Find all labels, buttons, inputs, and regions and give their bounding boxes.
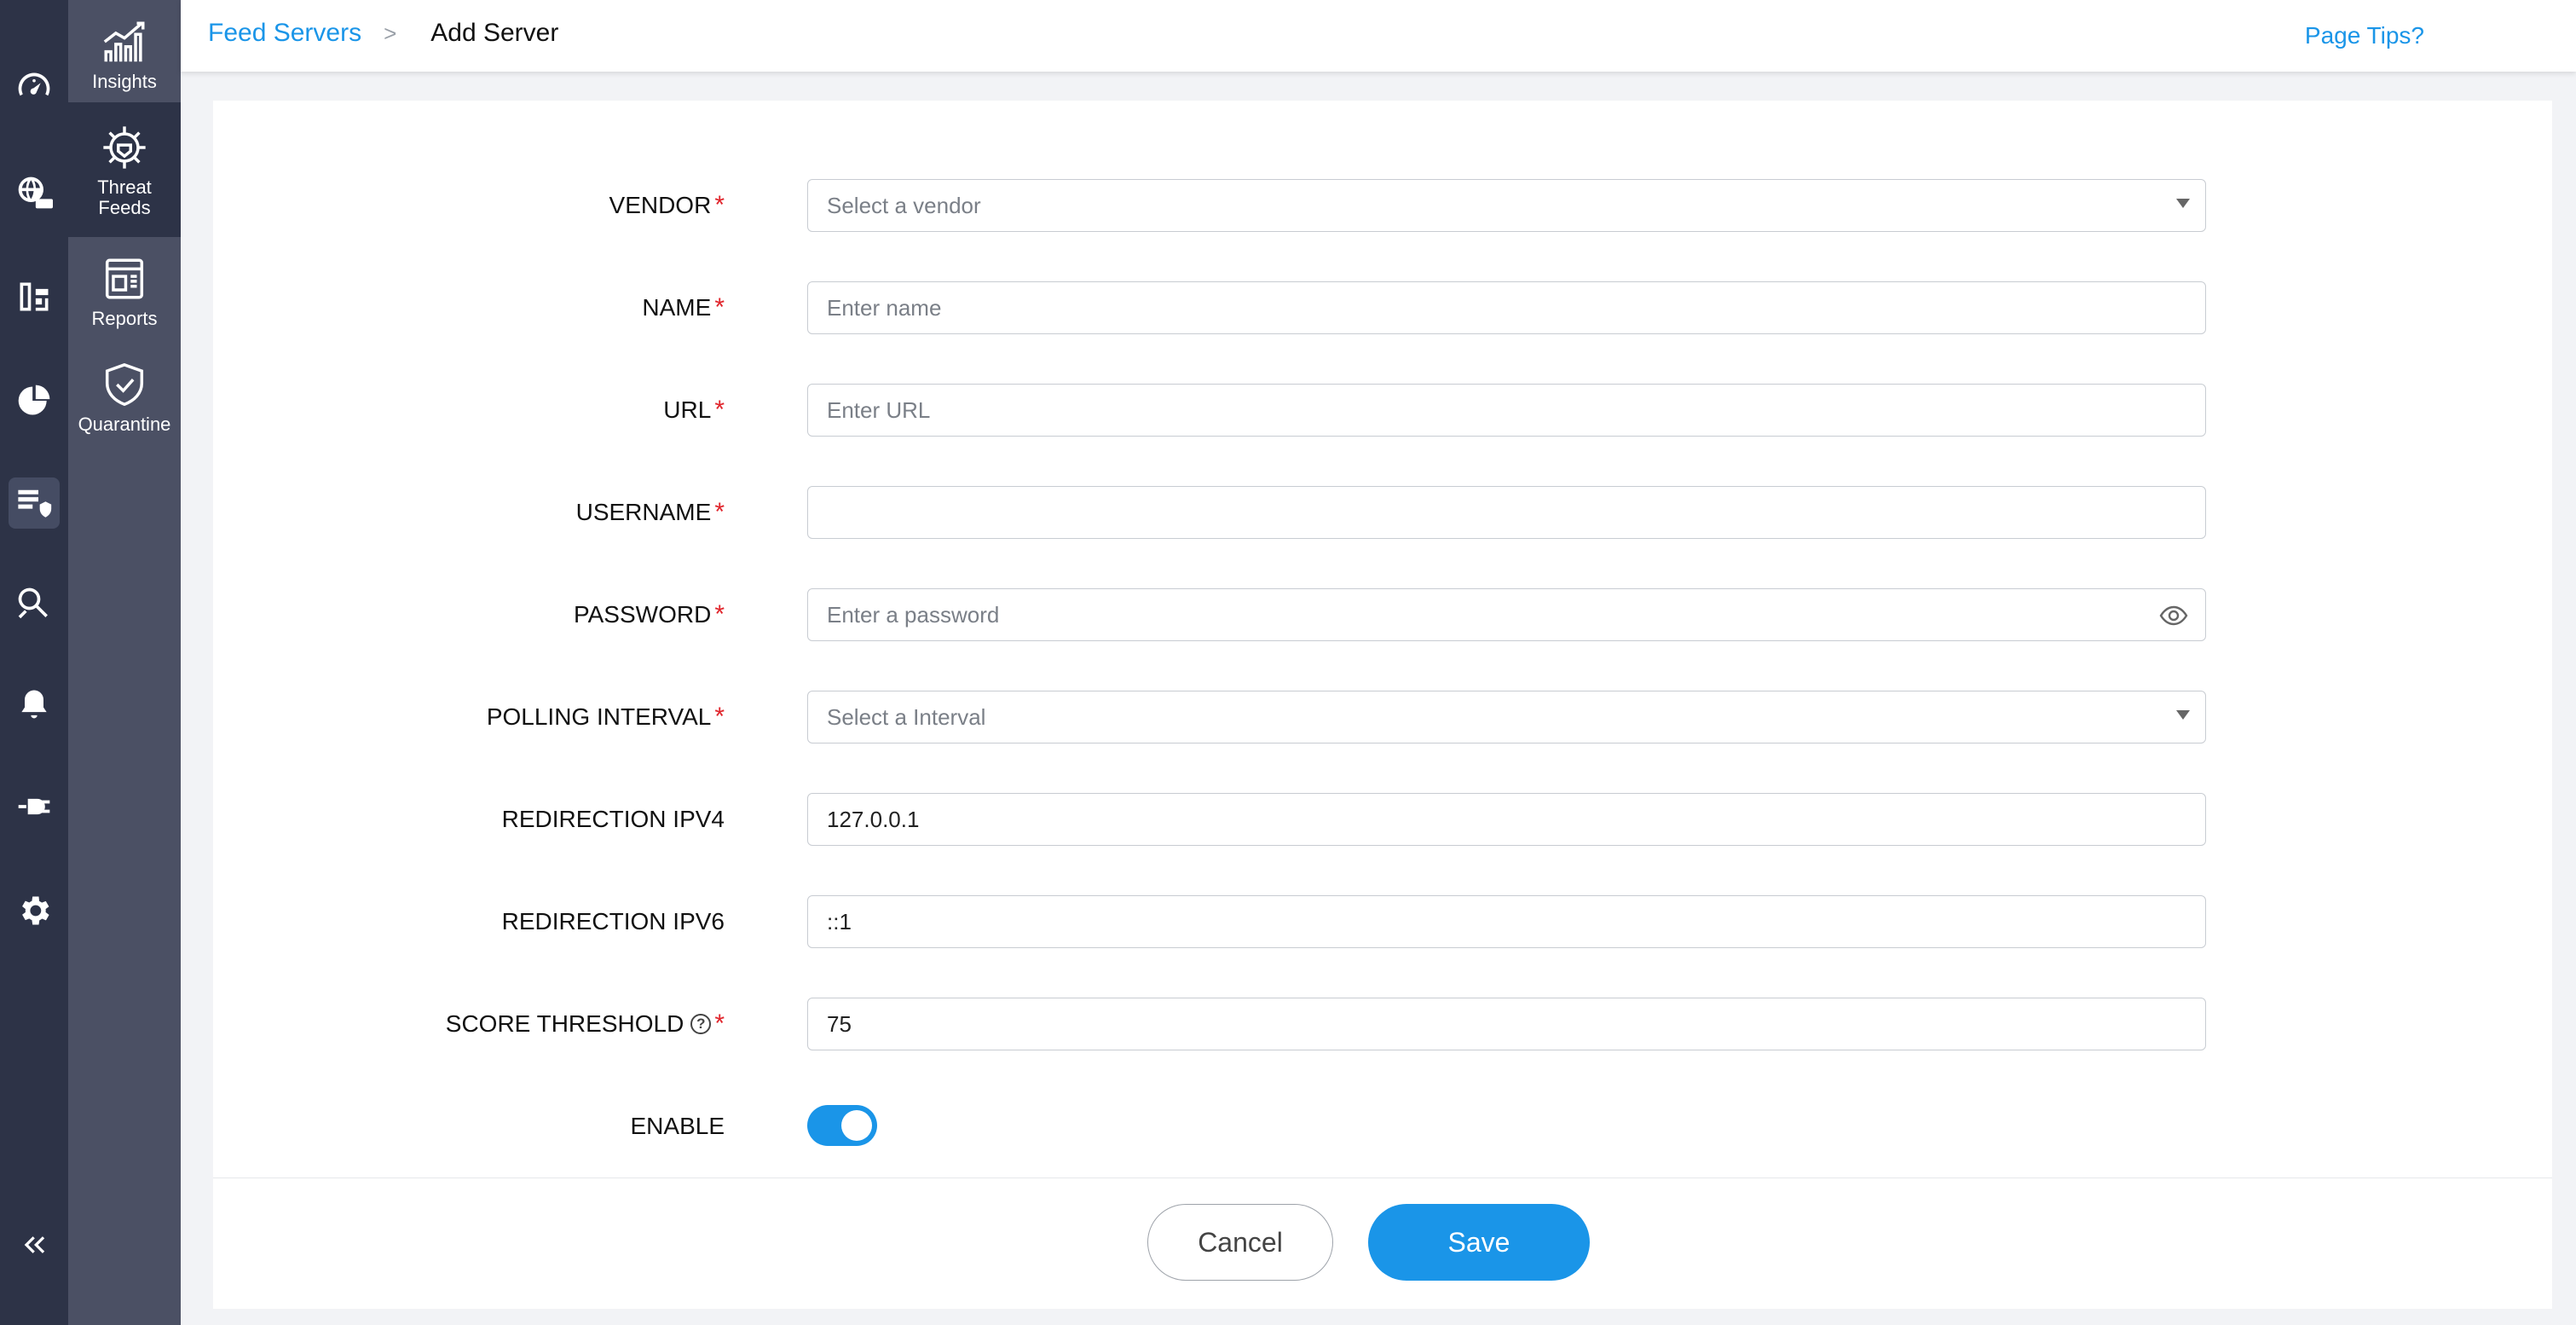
toggle-knob	[841, 1110, 872, 1141]
password-label: PASSWORD *	[574, 600, 725, 628]
name-label: NAME *	[642, 293, 725, 321]
alerts-bell-icon	[21, 690, 47, 719]
redirection-ipv4-row: REDIRECTION IPV4 127.0.0.1	[213, 793, 2552, 846]
rail-integrations[interactable]	[0, 772, 68, 841]
required-marker: *	[714, 1010, 725, 1038]
dashboard-gauge-icon	[18, 72, 50, 96]
subnav-item-label: Reports	[91, 308, 158, 329]
collapse-double-chevron-icon	[24, 1236, 45, 1253]
show-password-eye-icon[interactable]	[2159, 603, 2188, 628]
analytics-pie-icon	[18, 385, 50, 415]
rail-network[interactable]	[0, 263, 68, 331]
settings-wrench-gear-icon	[22, 896, 49, 925]
enable-label: ENABLE	[630, 1113, 725, 1139]
url-input[interactable]: Enter URL	[807, 384, 2206, 437]
polling-interval-label: POLLING INTERVAL *	[486, 703, 725, 731]
rail-dashboard[interactable]	[0, 53, 68, 121]
rail-settings[interactable]	[0, 877, 68, 945]
redirection-ipv4-label: REDIRECTION IPV4	[501, 806, 725, 832]
rail-alerts[interactable]	[0, 670, 68, 738]
vendor-select[interactable]: Select a vendor	[807, 179, 2206, 232]
username-label: USERNAME *	[575, 498, 725, 526]
investigate-search-icon	[18, 587, 48, 619]
required-marker: *	[714, 498, 725, 526]
vendor-row: VENDOR * Select a vendor	[213, 179, 2552, 232]
insights-chart-icon	[103, 21, 145, 62]
redirection-ipv6-row: REDIRECTION IPV6 ::1	[213, 895, 2552, 948]
dns-globe-icon	[18, 176, 53, 209]
threat-feeds-virus-icon	[103, 126, 146, 169]
subnav-item-label: Threat Feeds	[97, 176, 152, 218]
rail-dns[interactable]	[0, 159, 68, 227]
subnav-item-threat-feeds[interactable]: Threat Feeds	[68, 102, 181, 237]
rail-investigate[interactable]	[0, 570, 68, 638]
page-tips-link[interactable]: Page Tips?	[2305, 22, 2424, 49]
dropdown-caret-icon	[2176, 710, 2190, 720]
url-label: URL *	[663, 396, 725, 424]
reports-document-icon	[105, 258, 144, 299]
network-topology-icon	[20, 282, 49, 311]
breadcrumb-feed-servers-link[interactable]: Feed Servers	[208, 19, 361, 48]
score-threshold-input[interactable]: 75	[807, 998, 2206, 1050]
enable-row: ENABLE	[213, 1100, 2552, 1153]
rail-threat-defense[interactable]	[0, 469, 68, 537]
top-bar: Feed Servers > Add Server Page Tips?	[181, 0, 2576, 72]
icon-rail	[0, 0, 68, 1325]
required-marker: *	[714, 600, 725, 628]
quarantine-shield-check-icon	[105, 362, 144, 407]
required-marker: *	[714, 191, 725, 219]
score-threshold-label: SCORE THRESHOLD ? *	[445, 1010, 725, 1038]
subnav-item-quarantine[interactable]: Quarantine	[68, 360, 181, 454]
polling-interval-row: POLLING INTERVAL * Select a Interval	[213, 691, 2552, 744]
add-server-form: VENDOR * Select a vendor NAME * Enter name…	[213, 101, 2552, 1177]
secondary-sidebar: Insights Threat Feeds Reports Quarantine	[68, 0, 181, 1325]
username-input[interactable]	[807, 486, 2206, 539]
enable-toggle[interactable]	[807, 1105, 877, 1146]
password-input[interactable]: Enter a password	[807, 588, 2206, 641]
page-title: Add Server	[430, 19, 559, 47]
rail-analytics[interactable]	[0, 367, 68, 435]
redirection-ipv6-input[interactable]: ::1	[807, 895, 2206, 948]
rail-collapse[interactable]	[0, 1211, 68, 1279]
vendor-label: VENDOR *	[609, 191, 725, 219]
breadcrumb-separator: >	[384, 20, 397, 46]
form-footer: Cancel Save	[213, 1177, 2552, 1309]
url-row: URL * Enter URL	[213, 384, 2552, 437]
password-row: PASSWORD * Enter a password	[213, 588, 2552, 641]
username-row: USERNAME *	[213, 486, 2552, 539]
required-marker: *	[714, 396, 725, 424]
required-marker: *	[714, 703, 725, 731]
dropdown-caret-icon	[2176, 199, 2190, 208]
required-marker: *	[714, 293, 725, 321]
subnav-item-insights[interactable]: Insights	[68, 17, 181, 102]
redirection-ipv4-input[interactable]: 127.0.0.1	[807, 793, 2206, 846]
subnav-item-label: Insights	[92, 71, 157, 92]
subnav-item-reports[interactable]: Reports	[68, 254, 181, 339]
redirection-ipv6-label: REDIRECTION IPV6	[501, 908, 725, 934]
help-question-icon[interactable]: ?	[690, 1014, 712, 1034]
save-button[interactable]: Save	[1368, 1204, 1590, 1281]
score-threshold-row: SCORE THRESHOLD ? * 75	[213, 998, 2552, 1050]
polling-interval-select[interactable]: Select a Interval	[807, 691, 2206, 744]
name-input[interactable]: Enter name	[807, 281, 2206, 334]
name-row: NAME * Enter name	[213, 281, 2552, 334]
subnav-item-label: Quarantine	[78, 414, 171, 435]
cancel-button[interactable]: Cancel	[1147, 1204, 1333, 1281]
threat-server-shield-icon	[18, 489, 52, 518]
integrations-plug-icon	[18, 798, 50, 815]
breadcrumb: Feed Servers > Add Server	[208, 19, 558, 48]
